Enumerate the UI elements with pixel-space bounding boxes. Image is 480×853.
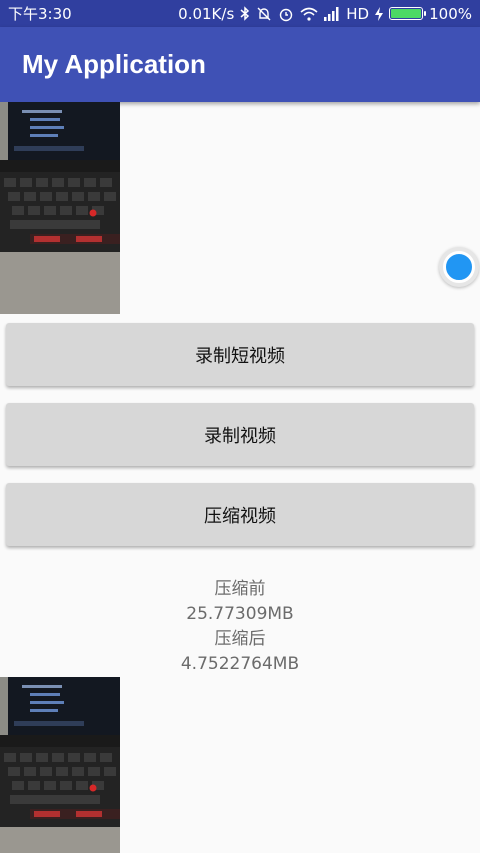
spinner-dot-icon [443,251,475,283]
network-type: HD [346,4,370,23]
after-compression-size: 4.7522764MB [180,654,300,674]
status-bar: 下午3:30 0.01K/s HD 100% [0,0,480,27]
app-bar: My Application [0,27,480,102]
record-short-video-button[interactable]: 录制短视频 [6,323,474,386]
mute-icon [256,6,272,22]
video-frame-image [0,677,120,853]
network-speed: 0.01K/s [178,4,235,23]
compress-video-button[interactable]: 压缩视频 [6,483,474,546]
signal-icon [324,6,340,22]
video-thumbnail-original[interactable] [0,102,120,314]
status-icons: 0.01K/s HD 100% [178,5,472,23]
after-compression-label: 压缩后 [214,629,266,649]
loading-spinner [439,247,479,287]
bluetooth-icon [240,6,250,22]
charging-icon [375,6,384,22]
video-thumbnail-compressed[interactable] [0,677,120,853]
before-compression-label: 压缩前 [214,579,266,599]
battery-fill [391,9,422,18]
status-time: 下午3:30 [8,5,72,23]
alarm-icon [278,6,294,22]
wifi-icon [300,6,318,22]
before-compression-size: 25.77309MB [186,604,294,624]
battery-icon [389,7,427,20]
record-video-button[interactable]: 录制视频 [6,403,474,466]
battery-percent: 100% [429,4,472,23]
app-title: My Application [22,49,206,79]
video-frame-image [0,102,120,314]
